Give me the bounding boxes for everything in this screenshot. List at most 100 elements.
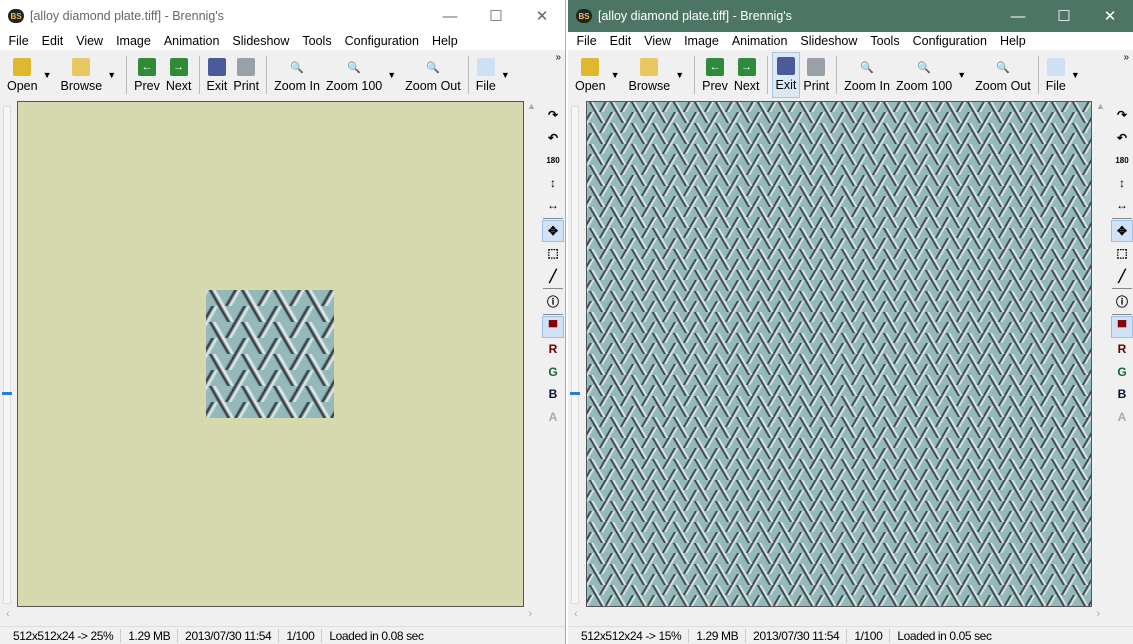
- menu-edit[interactable]: Edit: [35, 34, 70, 48]
- dropdown-arrow-icon[interactable]: ▼: [43, 70, 52, 80]
- menu-view[interactable]: View: [638, 34, 678, 48]
- zoom-in-button[interactable]: 🔍 Zoom In: [271, 52, 323, 98]
- maximize-button[interactable]: ☐: [1041, 7, 1087, 25]
- close-button[interactable]: ✕: [519, 7, 565, 25]
- flip-vertical-icon[interactable]: ↕: [1111, 172, 1133, 195]
- open-button[interactable]: Open: [572, 52, 609, 98]
- slider-handle[interactable]: [2, 392, 12, 395]
- file-button[interactable]: File: [473, 52, 499, 98]
- menu-image[interactable]: Image: [678, 34, 726, 48]
- draw-line-icon[interactable]: ╱: [542, 265, 564, 288]
- window-title: [alloy diamond plate.tiff] - Brennig's: [598, 9, 792, 23]
- info-icon[interactable]: ⓘ: [542, 290, 564, 313]
- rotate-cw-icon[interactable]: ↷: [542, 104, 564, 127]
- alpha-channel-icon[interactable]: A: [1111, 406, 1133, 429]
- next-button[interactable]: → Next: [163, 52, 195, 98]
- menu-help[interactable]: Help: [993, 34, 1032, 48]
- color-channels-icon[interactable]: ▀: [542, 315, 564, 338]
- red-channel-icon[interactable]: R: [542, 338, 564, 361]
- menu-view[interactable]: View: [70, 34, 110, 48]
- rotate-ccw-icon[interactable]: ↶: [1111, 127, 1133, 150]
- zoom-slider[interactable]: [570, 106, 580, 604]
- rotate-cw-icon[interactable]: ↷: [1111, 104, 1133, 127]
- zoom-in-button[interactable]: 🔍 Zoom In: [841, 52, 893, 98]
- menu-file[interactable]: File: [570, 34, 603, 48]
- rotate-ccw-icon[interactable]: ↶: [542, 127, 564, 150]
- menu-file[interactable]: File: [2, 34, 35, 48]
- minimize-button[interactable]: —: [995, 8, 1041, 25]
- move-icon[interactable]: ✥: [542, 219, 564, 242]
- print-button[interactable]: Print: [230, 52, 262, 98]
- scroll-left-icon[interactable]: ‹: [574, 608, 578, 622]
- zoom-out-button[interactable]: 🔍 Zoom Out: [972, 52, 1034, 98]
- print-button[interactable]: Print: [800, 52, 832, 98]
- horizontal-scrollbar[interactable]: ‹ ›: [568, 608, 1106, 622]
- rotate-180-icon[interactable]: 180: [1111, 149, 1133, 172]
- slider-handle[interactable]: [570, 392, 580, 395]
- menu-configuration[interactable]: Configuration: [906, 34, 993, 48]
- zoom-100-button[interactable]: 🔍 Zoom 100: [323, 52, 385, 98]
- zoom-100-button[interactable]: 🔍 Zoom 100: [893, 52, 955, 98]
- select-icon[interactable]: ⬚: [542, 242, 564, 265]
- dropdown-arrow-icon[interactable]: ▼: [611, 70, 620, 80]
- open-button[interactable]: Open: [4, 52, 41, 98]
- select-icon[interactable]: ⬚: [1111, 242, 1133, 265]
- green-channel-icon[interactable]: G: [1111, 361, 1133, 384]
- menu-edit[interactable]: Edit: [603, 34, 638, 48]
- dropdown-arrow-icon[interactable]: ▼: [501, 70, 510, 80]
- exit-button[interactable]: Exit: [771, 52, 801, 98]
- side-toolbar: ↷ ↶ 180 ↕ ↔ ✥ ⬚ ╱ ⓘ ▀ R G B A: [1109, 104, 1133, 428]
- minimize-button[interactable]: —: [427, 8, 473, 25]
- dropdown-arrow-icon[interactable]: ▼: [1071, 70, 1080, 80]
- flip-horizontal-icon[interactable]: ↔: [542, 194, 564, 217]
- vertical-scrollbar[interactable]: ▲: [1094, 101, 1107, 607]
- menu-configuration[interactable]: Configuration: [338, 34, 425, 48]
- zoom-out-button[interactable]: 🔍 Zoom Out: [402, 52, 464, 98]
- prev-button[interactable]: ← Prev: [699, 52, 731, 98]
- toolbar-overflow-button[interactable]: »: [1123, 52, 1129, 63]
- scroll-left-icon[interactable]: ‹: [6, 608, 10, 622]
- menu-animation[interactable]: Animation: [725, 34, 794, 48]
- maximize-button[interactable]: ☐: [473, 7, 519, 25]
- info-icon[interactable]: ⓘ: [1111, 290, 1133, 313]
- prev-button[interactable]: ← Prev: [131, 52, 163, 98]
- menu-image[interactable]: Image: [110, 34, 158, 48]
- scroll-right-icon[interactable]: ›: [1096, 608, 1100, 622]
- vertical-scrollbar[interactable]: ▲: [525, 101, 538, 607]
- browse-button[interactable]: Browse: [626, 52, 674, 98]
- blue-channel-icon[interactable]: B: [1111, 383, 1133, 406]
- dropdown-arrow-icon[interactable]: ▼: [107, 70, 116, 80]
- menu-slideshow[interactable]: Slideshow: [226, 34, 296, 48]
- image-canvas: [586, 101, 1092, 607]
- dropdown-arrow-icon[interactable]: ▼: [957, 70, 966, 80]
- red-channel-icon[interactable]: R: [1111, 338, 1133, 361]
- toolbar-overflow-button[interactable]: »: [555, 52, 561, 63]
- flip-vertical-icon[interactable]: ↕: [542, 172, 564, 195]
- alpha-channel-icon[interactable]: A: [542, 406, 564, 429]
- horizontal-scrollbar[interactable]: ‹ ›: [0, 608, 538, 622]
- flip-horizontal-icon[interactable]: ↔: [1111, 194, 1133, 217]
- printer-icon: [807, 58, 826, 76]
- exit-button[interactable]: Exit: [204, 52, 231, 98]
- dropdown-arrow-icon[interactable]: ▼: [387, 70, 396, 80]
- next-button[interactable]: → Next: [731, 52, 763, 98]
- scroll-right-icon[interactable]: ›: [528, 608, 532, 622]
- file-button[interactable]: File: [1043, 52, 1069, 98]
- green-channel-icon[interactable]: G: [542, 361, 564, 384]
- color-channels-icon[interactable]: ▀: [1111, 315, 1133, 338]
- status-bar: 512x512x24 -> 15% 1.29 MB 2013/07/30 11:54…: [568, 626, 1133, 644]
- close-button[interactable]: ✕: [1087, 7, 1133, 25]
- menu-tools[interactable]: Tools: [296, 34, 338, 48]
- status-field: 2013/07/30 11:54: [178, 628, 280, 643]
- browse-button[interactable]: Browse: [58, 52, 106, 98]
- draw-line-icon[interactable]: ╱: [1111, 265, 1133, 288]
- menu-animation[interactable]: Animation: [157, 34, 226, 48]
- rotate-180-icon[interactable]: 180: [542, 149, 564, 172]
- move-icon[interactable]: ✥: [1111, 219, 1133, 242]
- blue-channel-icon[interactable]: B: [542, 383, 564, 406]
- dropdown-arrow-icon[interactable]: ▼: [675, 70, 684, 80]
- menu-help[interactable]: Help: [425, 34, 464, 48]
- menu-tools[interactable]: Tools: [864, 34, 906, 48]
- menu-slideshow[interactable]: Slideshow: [794, 34, 864, 48]
- zoom-slider[interactable]: [2, 106, 12, 604]
